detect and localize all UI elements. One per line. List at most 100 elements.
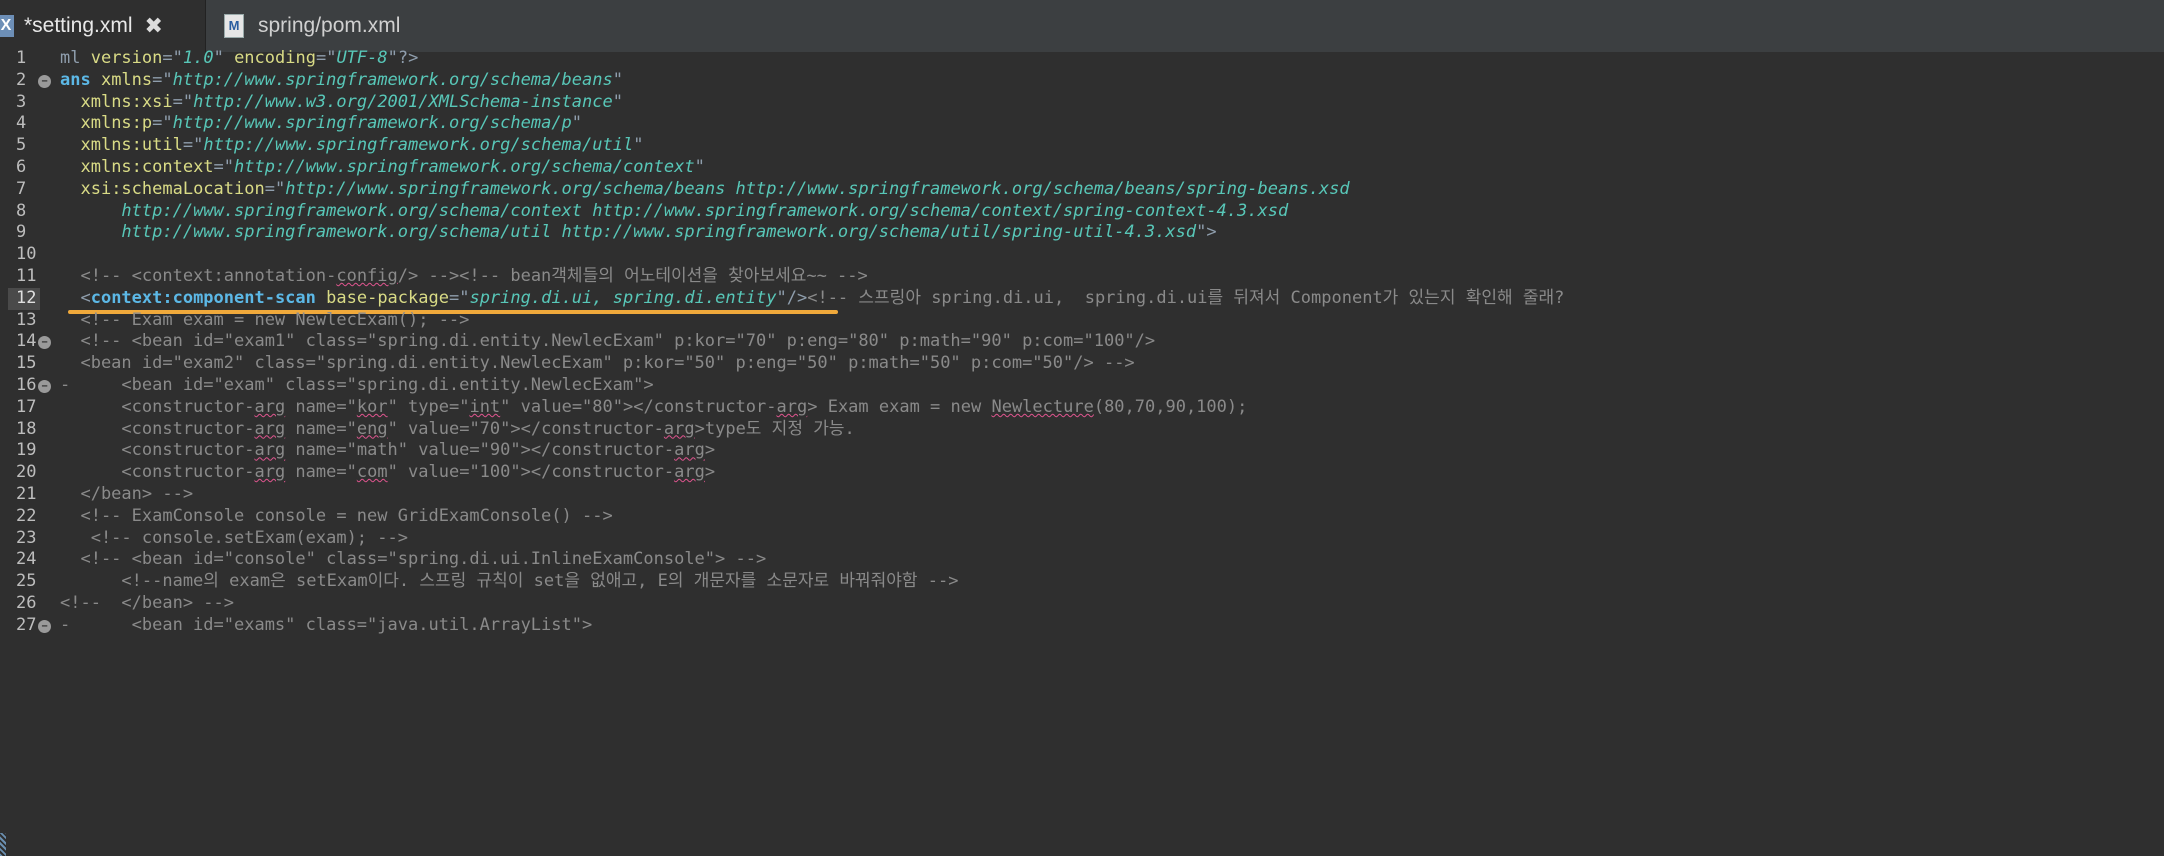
code-line[interactable]: <!-- console.setExam(exam); --> bbox=[60, 528, 408, 550]
code-token: http://www.springframework.org/schema/ut… bbox=[121, 222, 1197, 243]
code-token: http://www.springframework.org/schema/ut… bbox=[203, 135, 634, 156]
code-line[interactable]: http://www.springframework.org/schema/co… bbox=[60, 201, 1288, 223]
code-token: =" bbox=[315, 48, 337, 68]
code-line[interactable]: <!-- <bean id="console" class="spring.di… bbox=[60, 549, 766, 571]
code-token: name="math" value="90"></constructor- bbox=[285, 440, 675, 461]
line-number: 10 bbox=[16, 244, 37, 265]
code-token: <constructor- bbox=[60, 418, 255, 439]
code-token: </bean> --> bbox=[60, 484, 194, 504]
code-editor[interactable]: 1 2−3 4 5 6 7 8 9 10 11 12 13 14−15 16−17 18 19 20 21 22 23… bbox=[0, 48, 2164, 856]
code-token: " type=" bbox=[387, 396, 470, 417]
code-token: " bbox=[213, 48, 235, 68]
line-number: 22 bbox=[16, 505, 37, 526]
code-token: <!-- <context:annotation- bbox=[60, 266, 337, 286]
code-line[interactable]: xmlns:xsi="http://www.w3.org/2001/XMLSch… bbox=[60, 92, 623, 114]
code-line[interactable]: <!--name의 exam은 setExam이다. 스프링 규칙이 set을 … bbox=[60, 571, 959, 593]
code-line[interactable]: <constructor-arg name="eng" value="70"><… bbox=[60, 418, 855, 441]
code-line[interactable]: <!-- </bean> --> bbox=[60, 593, 234, 615]
line-number: 8 bbox=[16, 200, 27, 221]
code-token: =" bbox=[264, 178, 286, 199]
fold-collapse-icon[interactable]: − bbox=[38, 74, 51, 88]
code-token: arg bbox=[674, 440, 705, 461]
code-token: " bbox=[612, 69, 623, 90]
code-token: =" bbox=[162, 48, 183, 68]
code-token: " bbox=[571, 113, 583, 134]
code-token: <constructor- bbox=[60, 462, 255, 483]
code-line[interactable]: ans xmlns="http://www.springframework.or… bbox=[60, 70, 623, 92]
maven-pom-icon: M bbox=[224, 14, 244, 38]
line-number: 5 bbox=[16, 135, 27, 156]
code-token: http://www.springframework.org/schema/co… bbox=[121, 200, 1289, 221]
code-token: spring.di.ui, spring.di.entity bbox=[469, 287, 777, 308]
line-number: 6 bbox=[16, 157, 27, 177]
code-line[interactable]: xmlns:util="http://www.springframework.o… bbox=[60, 135, 643, 157]
overview-ruler-marker bbox=[0, 833, 6, 856]
code-token: int bbox=[469, 396, 501, 417]
code-line[interactable]: <!-- <bean id="exam1" class="spring.di.e… bbox=[60, 331, 1155, 353]
code-token: <!-- <bean id="console" class="spring.di… bbox=[60, 549, 767, 570]
code-token: <!-- <bean id="exam1" class="spring.di.e… bbox=[60, 331, 1156, 352]
code-token: arg bbox=[254, 440, 286, 461]
line-number: 13 bbox=[16, 309, 37, 330]
code-line[interactable]: <constructor-arg name="math" value="90">… bbox=[60, 440, 715, 462]
code-token: > Exam exam = new bbox=[807, 396, 992, 417]
code-token: "?> bbox=[387, 48, 419, 68]
code-token: " value="80"></constructor- bbox=[500, 396, 777, 417]
tab-setting-xml[interactable]: X *setting.xml ✖ bbox=[0, 0, 206, 52]
code-line[interactable]: <!-- Exam exam = new NewlecExam(); --> bbox=[60, 310, 469, 332]
code-line[interactable]: <bean id="exam2" class="spring.di.entity… bbox=[60, 353, 1135, 375]
fold-collapse-icon[interactable]: − bbox=[38, 380, 51, 393]
line-number: 18 bbox=[16, 418, 37, 439]
code-token: " bbox=[633, 135, 644, 156]
code-token: eng bbox=[356, 418, 388, 439]
line-number: 20 bbox=[16, 462, 37, 483]
code-token: name=" bbox=[285, 418, 357, 439]
code-line[interactable]: - <bean id="exam" class="spring.di.entit… bbox=[60, 375, 654, 397]
code-line[interactable]: <!-- ExamConsole console = new GridExamC… bbox=[60, 505, 613, 528]
code-line[interactable]: xmlns:p="http://www.springframework.org/… bbox=[60, 113, 582, 135]
code-token: <constructor- bbox=[60, 396, 255, 417]
code-line[interactable]: xsi:schemaLocation="http://www.springfra… bbox=[60, 178, 1349, 201]
code-line[interactable]: <context:component-scan base-package="sp… bbox=[60, 288, 1564, 310]
code-token: arg bbox=[254, 396, 286, 417]
line-number: 23 bbox=[16, 527, 37, 548]
line-number: 11 bbox=[16, 266, 37, 286]
code-line[interactable]: <constructor-arg name="kor" type="int" v… bbox=[60, 397, 1247, 419]
code-token: <!--name의 exam은 setExam이다. 스프링 규칙이 set을 … bbox=[60, 571, 959, 592]
tab-label: *setting.xml bbox=[24, 14, 133, 37]
code-line[interactable]: </bean> --> bbox=[60, 484, 193, 506]
code-line[interactable]: http://www.springframework.org/schema/ut… bbox=[60, 222, 1216, 244]
code-token: < bbox=[60, 287, 91, 308]
code-token: >type도 지정 가능. bbox=[694, 418, 855, 439]
code-token: xmlns:context bbox=[80, 157, 214, 177]
line-number: 15 bbox=[16, 353, 37, 374]
code-token: <!-- console.setExam(exam); --> bbox=[60, 527, 408, 548]
code-line[interactable]: ml version="1.0" encoding="UTF-8"?> bbox=[60, 48, 418, 70]
code-token: name=" bbox=[285, 462, 357, 483]
code-line[interactable]: <constructor-arg name="com" value="100">… bbox=[60, 462, 715, 484]
code-token: <!-- ExamConsole console = new GridExamC… bbox=[60, 505, 613, 526]
code-token: ans bbox=[60, 69, 101, 90]
fold-collapse-icon[interactable]: − bbox=[38, 619, 51, 633]
tab-label: spring/pom.xml bbox=[258, 14, 401, 37]
code-line[interactable]: <!-- <context:annotation-config/> --><!-… bbox=[60, 266, 867, 288]
code-token: kor bbox=[356, 396, 388, 417]
tab-pom-xml[interactable]: M spring/pom.xml bbox=[214, 0, 444, 52]
line-number: 3 bbox=[16, 91, 27, 112]
close-icon[interactable]: ✖ bbox=[145, 13, 163, 39]
editor-tab-bar: X *setting.xml ✖ M spring/pom.xml bbox=[0, 0, 2164, 53]
code-token: arg bbox=[776, 396, 808, 417]
code-token: =" bbox=[152, 69, 173, 90]
code-line[interactable]: - <bean id="exams" class="java.util.Arra… bbox=[60, 615, 592, 637]
code-token: <constructor- bbox=[60, 440, 255, 461]
line-number: 19 bbox=[16, 440, 37, 461]
code-token: =" bbox=[448, 287, 470, 308]
code-line[interactable]: xmlns:context="http://www.springframewor… bbox=[60, 157, 704, 179]
code-token: <bean id="exam2" class="spring.di.entity… bbox=[60, 353, 1135, 374]
code-token: http://www.springframework.org/schema/be… bbox=[172, 69, 613, 90]
code-token: version bbox=[90, 48, 163, 68]
